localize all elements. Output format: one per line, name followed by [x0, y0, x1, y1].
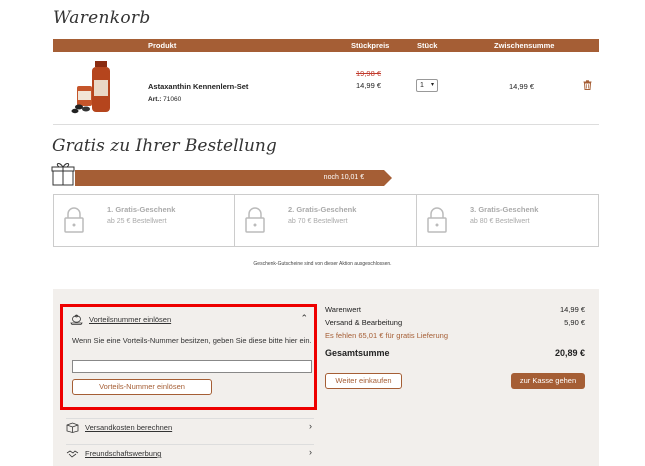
gift-tier-1: 1. Gratis-Geschenk ab 25 € Bestellwert: [54, 195, 235, 246]
gift-tier-name: 1. Gratis-Geschenk: [107, 205, 176, 214]
piggy-bank-icon: [70, 314, 83, 325]
column-unit-price: Stückpreis: [351, 41, 390, 50]
goods-value: 14,99 €: [559, 305, 585, 314]
gift-note: Geschenk-Gutscheine sind von dieser Akti…: [253, 261, 392, 267]
gift-tier-name: 3. Gratis-Geschenk: [470, 205, 539, 214]
chevron-right-icon[interactable]: ›: [309, 447, 312, 457]
gift-tier-min: ab 25 € Bestellwert: [107, 218, 167, 225]
chevron-down-icon: ▾: [430, 82, 434, 88]
voucher-section: Vorteilsnummer einlösen ⌃ Wenn Sie eine …: [60, 304, 317, 410]
gift-progress-bar: noch 10,01 €: [75, 170, 385, 186]
handshake-icon: [66, 450, 79, 458]
cart-table-header: Produkt Stückpreis Stück Zwischensumme: [53, 39, 599, 52]
gift-tiers: 1. Gratis-Geschenk ab 25 € Bestellwert 2…: [53, 194, 599, 247]
voucher-accordion-label[interactable]: Vorteilsnummer einlösen: [89, 315, 171, 324]
quantity-select[interactable]: 1 ▾: [416, 79, 438, 92]
old-price: 19,98 €: [356, 69, 382, 78]
order-summary: Warenwert 14,99 € Versand & Bearbeitung …: [325, 305, 585, 364]
goods-label: Warenwert: [325, 305, 361, 314]
shipping-value: 5,90 €: [564, 318, 585, 327]
referral-label[interactable]: Freundschaftswerbung: [85, 449, 161, 458]
divider: [53, 124, 599, 125]
gift-tier-3: 3. Gratis-Geschenk ab 80 € Bestellwert: [417, 195, 598, 246]
voucher-description: Wenn Sie eine Vorteils-Nummer besitzen, …: [72, 336, 312, 345]
gift-tier-name: 2. Gratis-Geschenk: [288, 205, 357, 214]
voucher-accordion-header[interactable]: Vorteilsnummer einlösen ⌃: [70, 311, 310, 327]
checkout-button[interactable]: zur Kasse gehen: [511, 373, 585, 389]
cart-title: Warenkorb: [53, 8, 151, 28]
gift-progress-arrow: [384, 170, 393, 186]
redeem-voucher-button[interactable]: Vorteils-Nummer einlösen: [72, 379, 212, 395]
lock-icon: [245, 207, 265, 233]
article-label: Art.:: [148, 96, 162, 103]
column-quantity: Stück: [417, 41, 438, 50]
chevron-up-icon[interactable]: ⌃: [300, 313, 308, 324]
gift-box-icon: [51, 163, 75, 186]
article-number: Art.: 71060: [148, 96, 181, 103]
total-value: 20,89 €: [554, 348, 585, 358]
gift-section-title: Gratis zu Ihrer Bestellung: [52, 136, 277, 156]
column-product: Produkt: [148, 41, 177, 50]
voucher-input[interactable]: [72, 360, 312, 373]
shipping-calc-accordion[interactable]: Versandkosten berechnen ›: [66, 418, 314, 434]
referral-accordion[interactable]: Freundschaftswerbung ›: [66, 444, 314, 460]
gift-tier-2: 2. Gratis-Geschenk ab 70 € Bestellwert: [235, 195, 417, 246]
product-name[interactable]: Astaxanthin Kennenlern-Set: [148, 82, 248, 91]
item-subtotal: 14,99 €: [509, 82, 535, 91]
column-subtotal: Zwischensumme: [494, 41, 555, 50]
lock-icon: [64, 207, 84, 233]
shipping-label: Versand & Bearbeitung: [325, 318, 403, 327]
total-label: Gesamtsumme: [325, 348, 390, 358]
quantity-value: 1: [420, 82, 424, 89]
article-number-value: 71060: [163, 96, 182, 103]
lock-icon: [427, 207, 447, 233]
shipping-calc-label[interactable]: Versandkosten berechnen: [85, 423, 172, 432]
summary-shipping-row: Versand & Bearbeitung 5,90 €: [325, 318, 585, 331]
free-shipping-hint: Es fehlen 65,01 € für gratis Lieferung: [325, 331, 448, 340]
unit-price: 14,99 €: [356, 81, 382, 90]
gift-tier-min: ab 70 € Bestellwert: [288, 218, 348, 225]
chevron-right-icon[interactable]: ›: [309, 421, 312, 431]
continue-shopping-button[interactable]: Weiter einkaufen: [325, 373, 402, 389]
summary-total-row: Gesamtsumme 20,89 €: [325, 344, 585, 364]
cart-item-row: Astaxanthin Kennenlern-Set Art.: 71060 1…: [53, 52, 599, 124]
summary-goods-row: Warenwert 14,99 €: [325, 305, 585, 318]
box-icon: [66, 422, 79, 433]
trash-icon[interactable]: [583, 80, 592, 90]
product-image[interactable]: [71, 58, 123, 114]
gift-tier-min: ab 80 € Bestellwert: [470, 218, 530, 225]
